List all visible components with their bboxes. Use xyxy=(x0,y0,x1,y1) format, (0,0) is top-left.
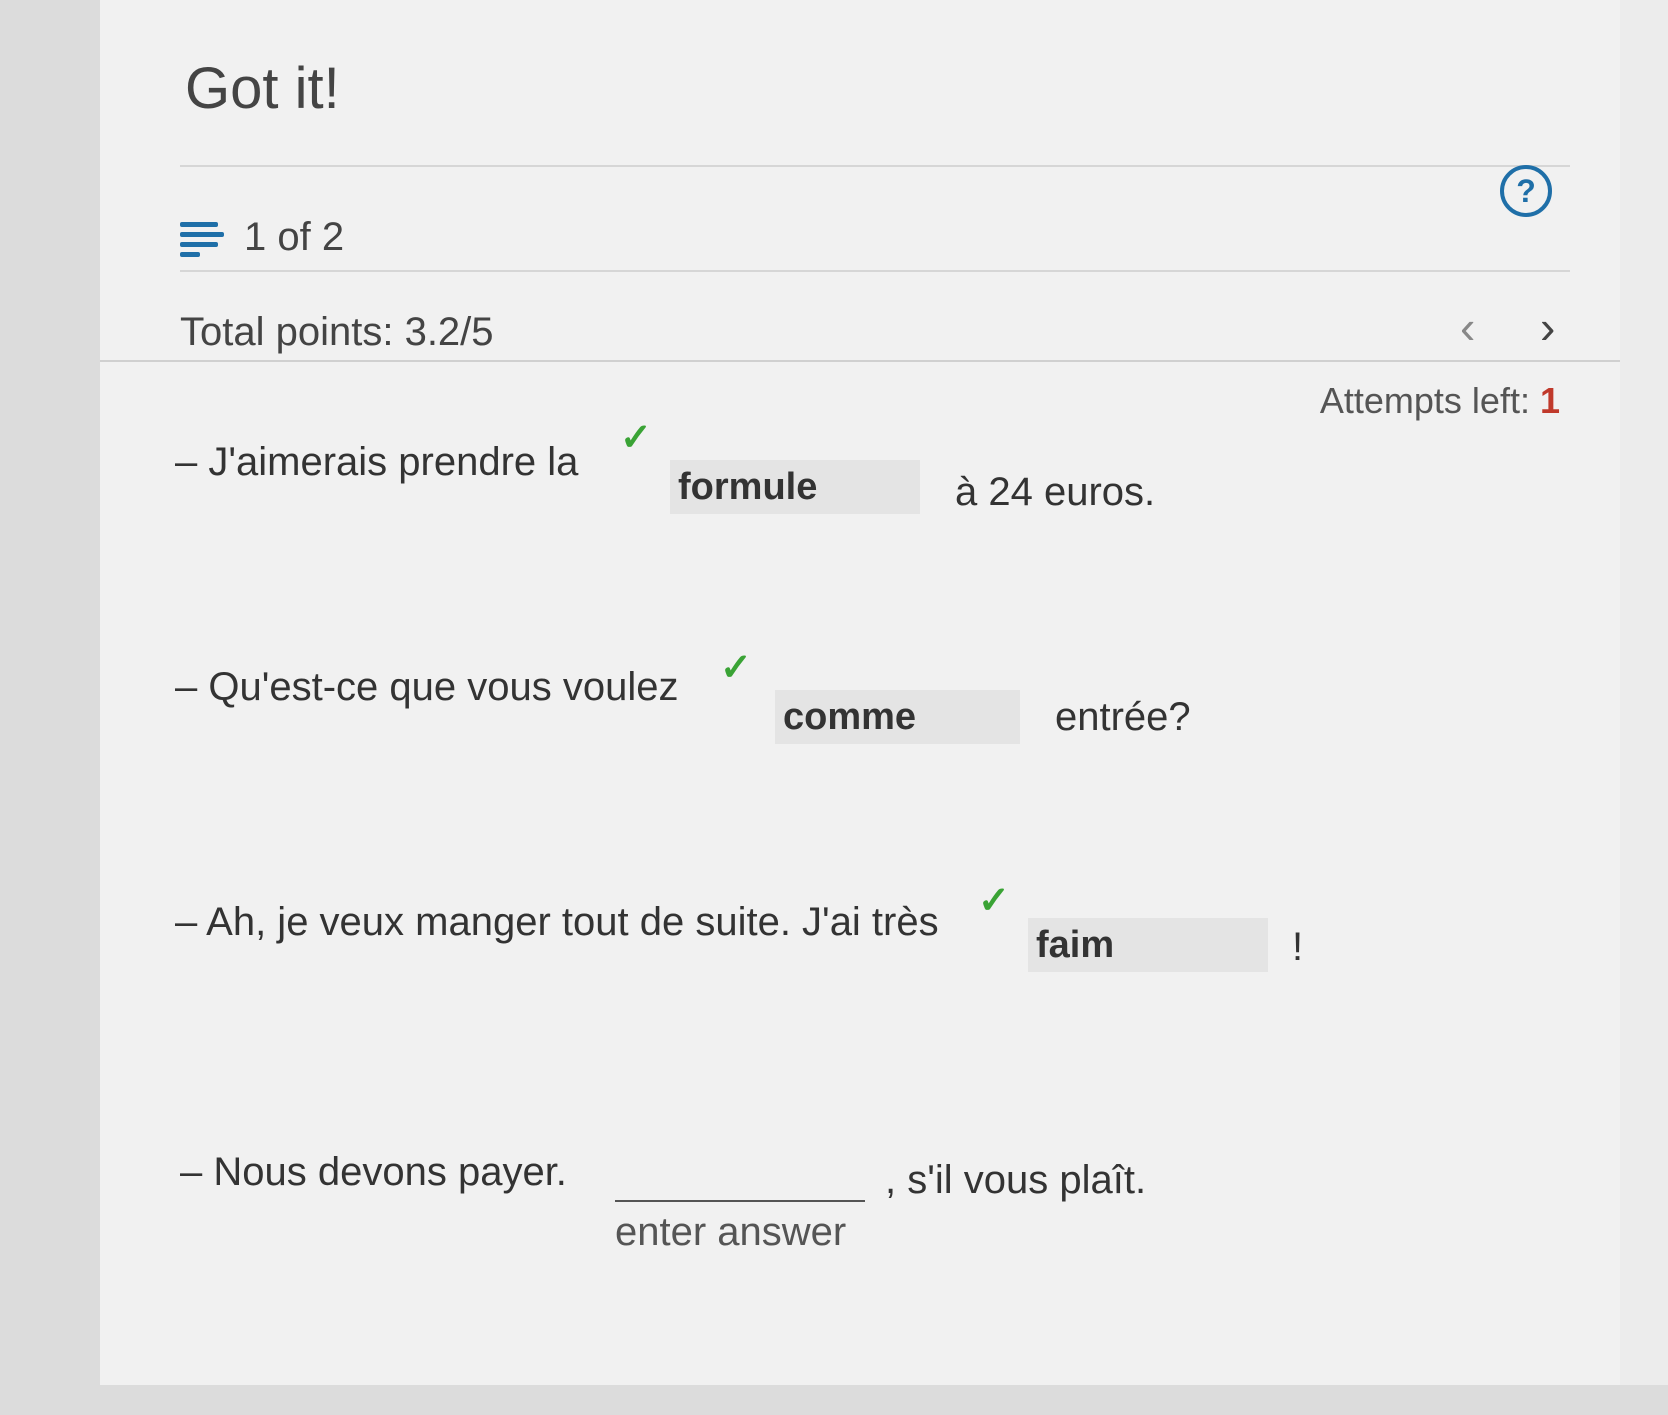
attempts-left: Attempts left: 1 xyxy=(1320,380,1560,422)
total-points: Total points: 3.2/5 xyxy=(180,310,494,354)
help-icon[interactable]: ? xyxy=(1500,165,1552,217)
correct-check-icon: ✓ xyxy=(978,880,1010,922)
question-3-suffix: ! xyxy=(1292,925,1304,969)
next-question-button[interactable]: › xyxy=(1540,300,1555,354)
answer-placeholder: enter answer xyxy=(615,1210,847,1254)
counter-label: 1 of 2 xyxy=(244,215,345,259)
question-2-answer-field[interactable]: comme xyxy=(775,690,1020,744)
question-1-answer-field[interactable]: formule xyxy=(670,460,920,514)
question-3-prefix: – Ah, je veux manger tout de suite. J'ai… xyxy=(175,900,939,944)
question-3-answer-field[interactable]: faim xyxy=(1028,918,1268,972)
attempts-count: 1 xyxy=(1539,380,1560,421)
question-counter: 1 of 2 xyxy=(180,215,344,260)
page-background: Got it! ? 1 of 2 Total points: 3.2/5 ‹ ›… xyxy=(100,0,1668,1385)
correct-check-icon: ✓ xyxy=(620,417,652,459)
question-4-prefix: – Nous devons payer. xyxy=(180,1150,567,1194)
divider xyxy=(180,165,1570,167)
list-icon[interactable] xyxy=(180,220,224,257)
question-4-answer-input[interactable] xyxy=(615,1150,865,1202)
question-2-prefix: – Qu'est-ce que vous voulez xyxy=(175,665,679,709)
question-1-prefix: – J'aimerais prendre la xyxy=(175,440,579,484)
divider xyxy=(180,270,1570,272)
question-card: Got it! ? 1 of 2 Total points: 3.2/5 ‹ ›… xyxy=(100,0,1620,1385)
attempts-label: Attempts left: xyxy=(1319,380,1530,421)
question-1-suffix: à 24 euros. xyxy=(955,470,1156,514)
page-title: Got it! xyxy=(185,56,340,121)
header-band-divider xyxy=(100,360,1620,362)
prev-question-button[interactable]: ‹ xyxy=(1460,300,1475,354)
correct-check-icon: ✓ xyxy=(720,647,752,689)
question-4-suffix: , s'il vous plaît. xyxy=(885,1158,1147,1202)
question-2-suffix: entrée? xyxy=(1055,695,1191,739)
